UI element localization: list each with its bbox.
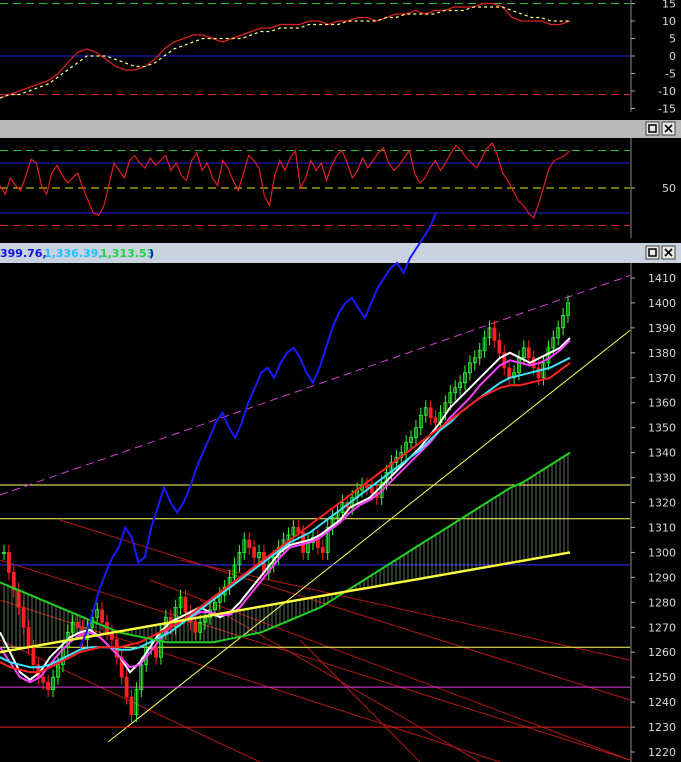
- candle-body: [507, 367, 512, 379]
- candle-body: [320, 547, 325, 553]
- candle-body: [100, 609, 104, 623]
- oscillator-ticks: 151050-5-10-15: [631, 0, 676, 116]
- maximize-icon[interactable]: [645, 245, 660, 260]
- candle-body: [75, 621, 80, 628]
- price-tick-label-5: 1360: [648, 397, 676, 410]
- candle-body: [183, 596, 188, 613]
- candle-body: [526, 347, 531, 359]
- candle-body: [247, 539, 252, 548]
- pane-separator-2: [0, 238, 681, 243]
- candle-body: [46, 681, 51, 691]
- candle-body: [433, 417, 438, 424]
- oscillator-pane: 151050-5-10-15: [0, 0, 676, 116]
- osc-tick-label-0: 15: [662, 0, 676, 11]
- pane-separator-1: [0, 113, 681, 120]
- maximize-icon[interactable]: [645, 121, 660, 136]
- price-tick-label-15: 1260: [648, 646, 676, 659]
- candle-body: [492, 327, 497, 341]
- candle-body: [497, 339, 502, 354]
- price-pane-title-3: 1,313.53: [100, 247, 154, 260]
- price-tick-label-11: 1300: [648, 546, 676, 559]
- price-tick-label-14: 1270: [648, 621, 676, 634]
- candle-body: [296, 527, 301, 533]
- osc-tick-label-1: 10: [662, 15, 676, 28]
- price-tick-label-2: 1390: [648, 322, 676, 335]
- price-tick-label-7: 1340: [648, 447, 676, 460]
- momentum-ticks: 50: [631, 182, 676, 195]
- osc-tick-label-5: -10: [658, 85, 676, 98]
- candle-body: [31, 646, 36, 666]
- price-tick-label-4: 1370: [648, 372, 676, 385]
- price-tick-label-13: 1280: [648, 596, 676, 609]
- candle-body: [124, 676, 129, 698]
- candle-body: [365, 484, 369, 488]
- price-tick-label-12: 1290: [648, 571, 676, 584]
- price-tick-label-18: 1230: [648, 721, 676, 734]
- candle-body: [252, 547, 257, 558]
- price-tick-label-6: 1350: [648, 422, 676, 435]
- chart-canvas: 151050-5-10-15 50 399.76, 1,336.39, 1,31…: [0, 0, 681, 762]
- price-tick-label-9: 1320: [648, 497, 676, 510]
- mom-tick-label-0: 50: [662, 182, 676, 195]
- candle-body: [531, 357, 536, 369]
- candle-body: [154, 646, 158, 658]
- price-pane-title-4: ): [149, 247, 154, 260]
- candle-body: [369, 487, 374, 493]
- price-tick-label-3: 1380: [648, 347, 676, 360]
- candle-body: [26, 626, 31, 648]
- candle-body: [193, 621, 198, 633]
- momentum-pane: 50: [0, 138, 676, 238]
- price-tick-label-16: 1250: [648, 671, 676, 684]
- osc-tick-label-4: -5: [665, 68, 676, 81]
- candle-body: [16, 589, 21, 608]
- price-tick-label-10: 1310: [648, 521, 676, 534]
- candle-body: [21, 606, 26, 628]
- osc-tick-label-2: 5: [669, 33, 676, 46]
- osc-tick-label-3: 0: [669, 50, 676, 63]
- candle-body: [428, 407, 433, 419]
- candle-body: [41, 676, 46, 683]
- candle-body: [7, 552, 11, 573]
- price-tick-label-1: 1400: [648, 297, 676, 310]
- price-pane: 1410 1400 1390 1380 1370 1360 1350 1340 1330 1320…: [0, 212, 676, 762]
- price-pane-title-1: 399.76,: [0, 247, 47, 260]
- candle-body: [536, 367, 541, 379]
- price-tick-label-19: 1220: [648, 746, 676, 759]
- momentum-pane-bar: [0, 120, 681, 138]
- candle-body: [129, 696, 134, 715]
- price-tick-label-8: 1330: [648, 472, 676, 485]
- price-tick-label-17: 1240: [648, 696, 676, 709]
- price-tick-label-0: 1410: [648, 272, 676, 285]
- price-ticks: 1410 1400 1390 1380 1370 1360 1350 1340 1330 1320…: [631, 272, 676, 759]
- price-pane-title-2: 1,336.39,: [44, 247, 102, 260]
